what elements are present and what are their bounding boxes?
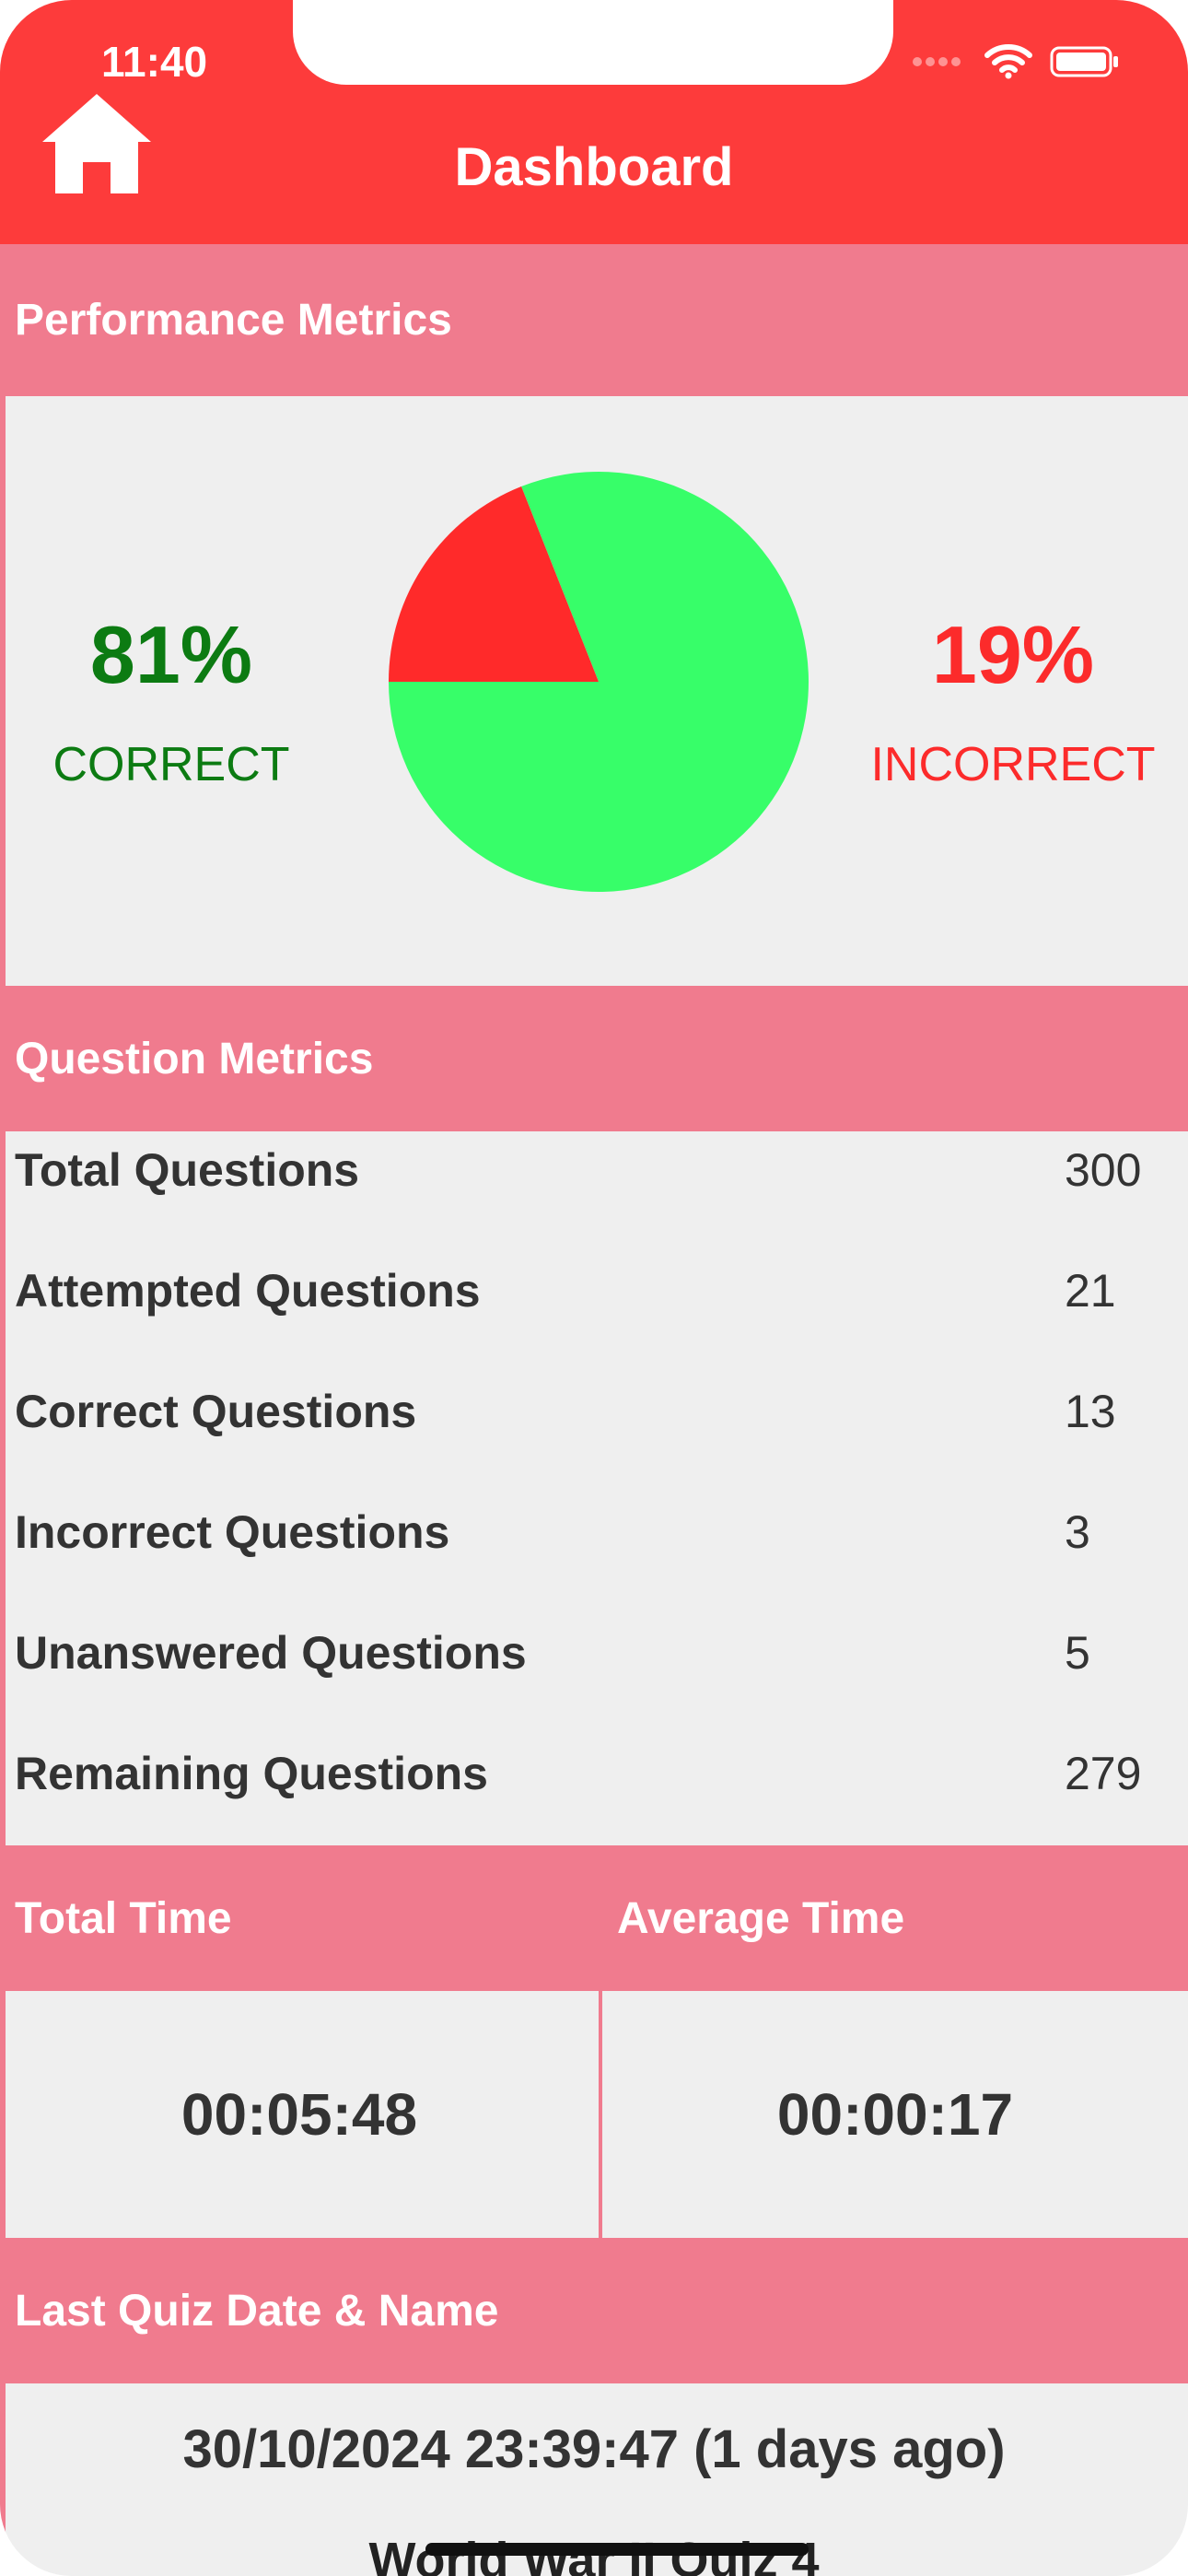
average-time-value: 00:00:17 bbox=[776, 2081, 1014, 2148]
page-title: Dashboard bbox=[454, 137, 734, 197]
total-time-header: Total Time bbox=[0, 1845, 599, 1991]
metric-label: Correct Questions bbox=[15, 1386, 417, 1437]
device-notch bbox=[293, 0, 893, 85]
home-indicator[interactable] bbox=[425, 2543, 809, 2556]
average-time-title: Average Time bbox=[617, 1893, 905, 1943]
performance-metrics-title: Performance Metrics bbox=[15, 296, 452, 345]
average-time-header: Average Time bbox=[602, 1845, 1188, 1991]
total-time-title: Total Time bbox=[15, 1893, 232, 1943]
metric-value: 5 bbox=[1065, 1627, 1090, 1679]
status-time: 11:40 bbox=[101, 38, 208, 86]
battery-icon bbox=[1050, 46, 1118, 77]
metric-value: 300 bbox=[1065, 1144, 1142, 1196]
metric-value: 279 bbox=[1065, 1748, 1142, 1799]
metric-row-attempted: Attempted Questions 21 bbox=[15, 1254, 1175, 1328]
question-metrics-header: Question Metrics bbox=[0, 986, 1188, 1131]
metric-label: Attempted Questions bbox=[15, 1265, 481, 1317]
total-time-value: 00:05:48 bbox=[181, 2081, 418, 2148]
incorrect-percent: 19% bbox=[931, 609, 1095, 700]
signal-icon bbox=[913, 57, 961, 66]
metric-row-unanswered: Unanswered Questions 5 bbox=[15, 1616, 1175, 1690]
metric-label: Incorrect Questions bbox=[15, 1506, 450, 1558]
last-quiz-header: Last Quiz Date & Name bbox=[0, 2238, 1188, 2383]
wifi-icon bbox=[984, 44, 1032, 79]
time-divider bbox=[599, 1845, 602, 2238]
metric-row-incorrect: Incorrect Questions 3 bbox=[15, 1495, 1175, 1569]
metric-value: 13 bbox=[1065, 1386, 1116, 1437]
correct-label: CORRECT bbox=[52, 738, 290, 791]
last-quiz-title: Last Quiz Date & Name bbox=[15, 2286, 499, 2336]
status-icons bbox=[912, 42, 1133, 79]
metric-value: 21 bbox=[1065, 1265, 1116, 1317]
metric-value: 3 bbox=[1065, 1506, 1090, 1558]
metric-row-total: Total Questions 300 bbox=[15, 1133, 1175, 1207]
dashboard-screen: 11:40 Dashboard Performance Metrics 81% … bbox=[0, 0, 1188, 2576]
question-metrics-title: Question Metrics bbox=[15, 1034, 374, 1083]
metric-row-correct: Correct Questions 13 bbox=[15, 1375, 1175, 1448]
metric-row-remaining: Remaining Questions 279 bbox=[15, 1737, 1175, 1810]
metric-label: Total Questions bbox=[15, 1144, 360, 1196]
incorrect-label: INCORRECT bbox=[870, 738, 1156, 791]
performance-metrics-header: Performance Metrics bbox=[0, 244, 1188, 396]
correct-percent: 81% bbox=[89, 609, 253, 700]
metric-label: Remaining Questions bbox=[15, 1748, 488, 1799]
last-quiz-date: 30/10/2024 23:39:47 (1 days ago) bbox=[182, 2419, 1006, 2479]
metric-label: Unanswered Questions bbox=[15, 1627, 527, 1679]
performance-pie-chart bbox=[389, 472, 809, 892]
